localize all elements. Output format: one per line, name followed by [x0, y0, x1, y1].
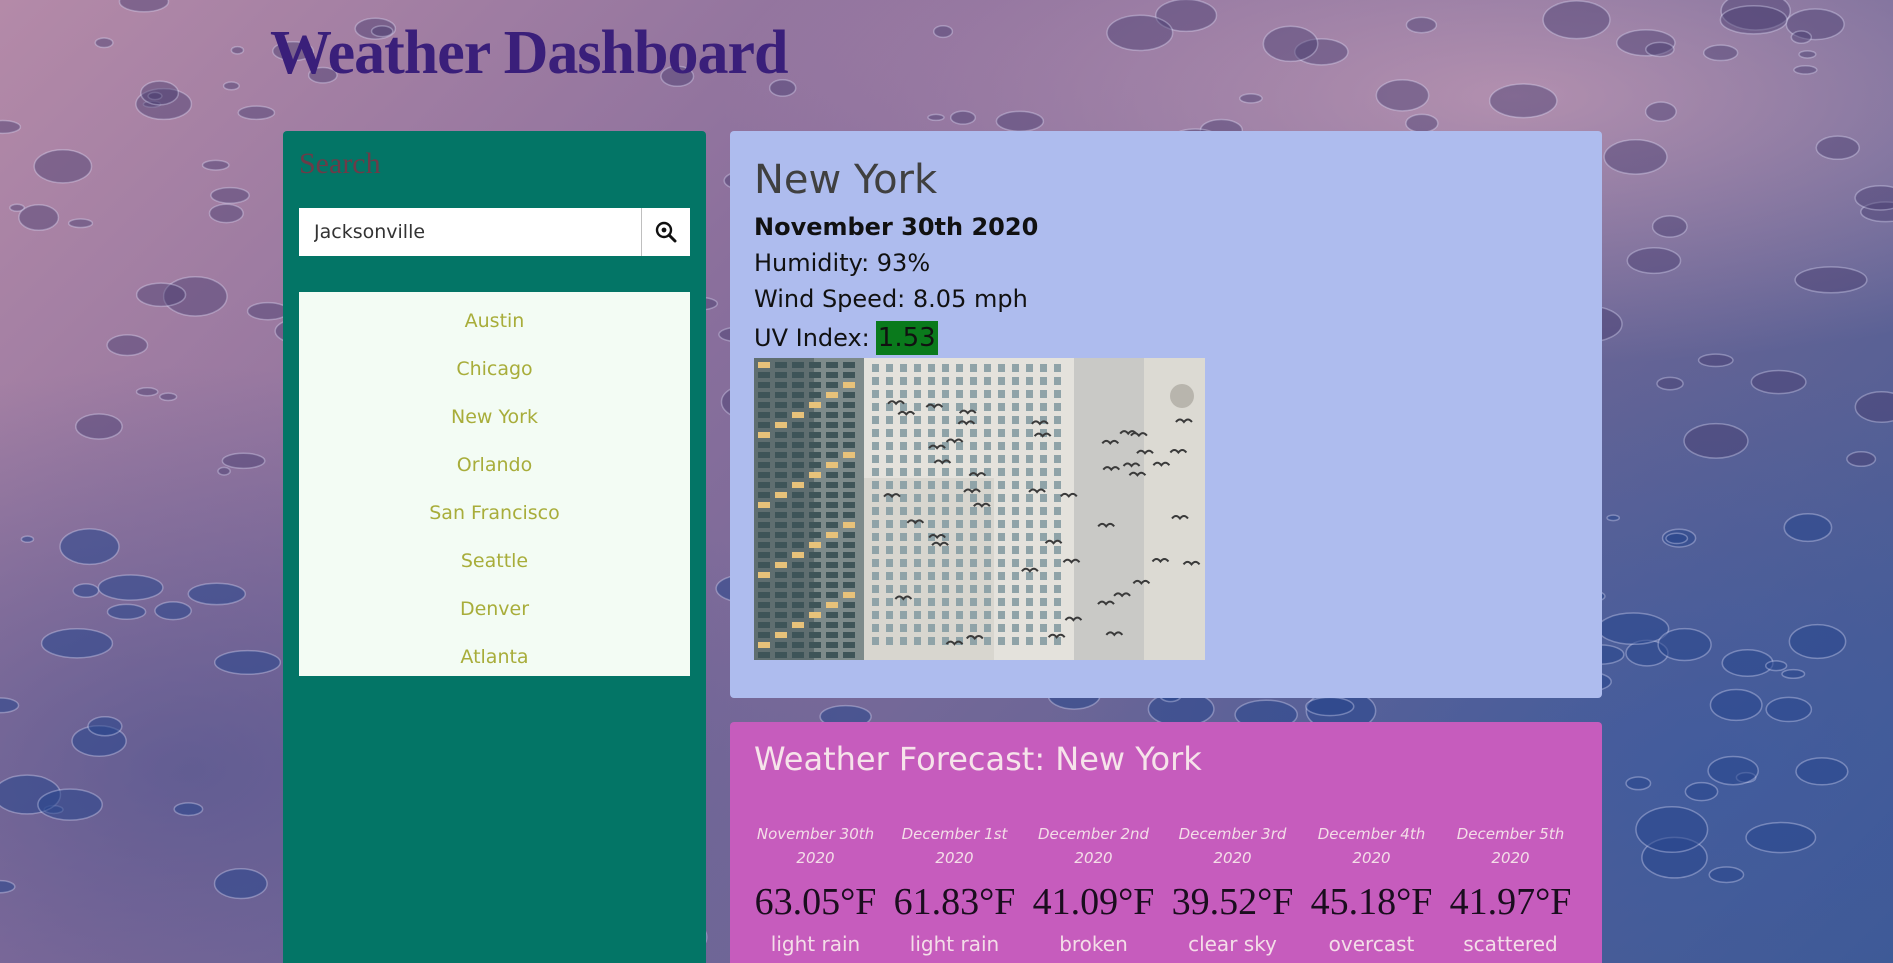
city-photo [754, 358, 1205, 660]
forecast-day: December 2nd 2020 41.09°F broken [1024, 822, 1163, 956]
forecast-card: Weather Forecast: New York November 30th… [730, 722, 1602, 963]
city-item-chicago[interactable]: Chicago [299, 345, 690, 393]
city-history-list: Austin Chicago New York Orlando San Fran… [299, 292, 690, 676]
forecast-desc: overcast [1328, 932, 1415, 956]
forecast-day: December 4th 2020 45.18°F overcast [1302, 822, 1441, 956]
uv-index-badge: 1.53 [875, 321, 938, 355]
page-title: Weather Dashboard [270, 19, 789, 87]
forecast-date: December 4th 2020 [1317, 825, 1426, 867]
forecast-temp: 41.97°F [1449, 881, 1572, 923]
forecast-temp: 45.18°F [1310, 881, 1433, 923]
city-item-orlando[interactable]: Orlando [299, 441, 690, 489]
forecast-day: December 5th 2020 41.97°F scattered [1441, 822, 1580, 956]
city-item-san-francisco[interactable]: San Francisco [299, 489, 690, 537]
city-item-atlanta[interactable]: Atlanta [299, 633, 690, 681]
forecast-desc: light rain [909, 932, 1000, 956]
city-item-new-york[interactable]: New York [299, 393, 690, 441]
forecast-date: December 5th 2020 [1456, 825, 1565, 867]
forecast-day: December 3rd 2020 39.52°F clear sky [1163, 822, 1302, 956]
uv-index-row: UV Index: 1.53 [754, 321, 938, 355]
sidebar-title: Search [299, 147, 381, 180]
forecast-temp: 39.52°F [1171, 881, 1294, 923]
current-weather-card: New York November 30th 2020 Humidity: 93… [730, 131, 1602, 698]
forecast-temp: 63.05°F [754, 881, 877, 923]
forecast-date: November 30th 2020 [756, 825, 875, 867]
forecast-desc: clear sky [1188, 932, 1277, 956]
forecast-desc: light rain [770, 932, 861, 956]
search-bar [299, 208, 690, 256]
forecast-temp: 61.83°F [893, 881, 1016, 923]
forecast-days: November 30th 2020 63.05°F light rain De… [746, 822, 1586, 956]
city-item-austin[interactable]: Austin [299, 297, 690, 345]
forecast-desc: broken [1059, 932, 1128, 956]
current-date: November 30th 2020 [754, 213, 1039, 241]
city-buildings-image [754, 358, 1205, 660]
search-magnify-icon [655, 221, 677, 243]
search-sidebar: Search Austin Chicago New York Orlando S… [283, 131, 706, 963]
search-button[interactable] [642, 208, 690, 256]
forecast-day: November 30th 2020 63.05°F light rain [746, 822, 885, 956]
forecast-title: Weather Forecast: New York [754, 740, 1202, 778]
forecast-date: December 1st 2020 [901, 825, 1008, 867]
humidity-text: Humidity: 93% [754, 249, 931, 277]
search-input[interactable] [299, 208, 642, 256]
city-item-seattle[interactable]: Seattle [299, 537, 690, 585]
forecast-day: December 1st 2020 61.83°F light rain [885, 822, 1024, 956]
current-city-name: New York [754, 157, 938, 203]
forecast-desc: scattered [1463, 932, 1558, 956]
wind-speed-text: Wind Speed: 8.05 mph [754, 285, 1028, 313]
city-item-denver[interactable]: Denver [299, 585, 690, 633]
forecast-temp: 41.09°F [1032, 881, 1155, 923]
forecast-date: December 2nd 2020 [1037, 825, 1150, 867]
forecast-date: December 3rd 2020 [1178, 825, 1287, 867]
uv-index-label: UV Index: [754, 324, 870, 352]
